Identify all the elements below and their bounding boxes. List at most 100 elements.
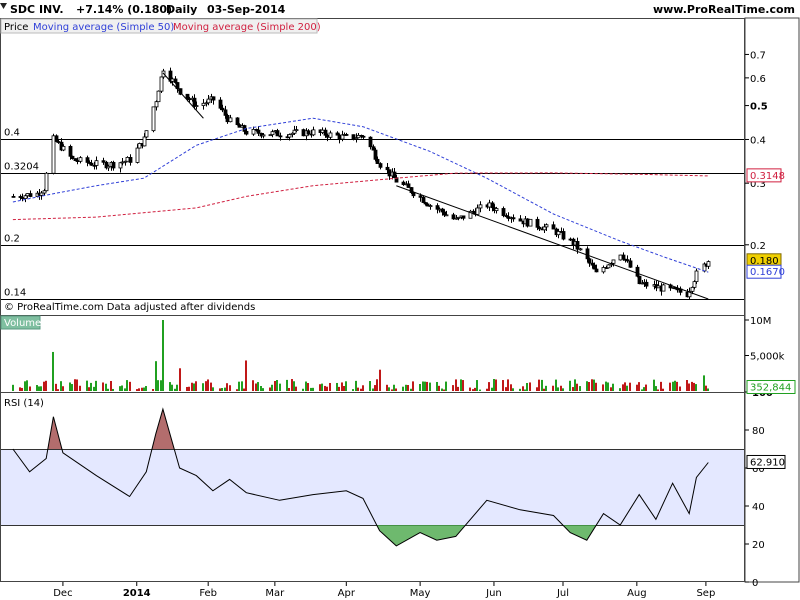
- candle-body: [75, 160, 80, 162]
- candle-body: [592, 264, 597, 270]
- volume-bar: [679, 386, 681, 391]
- candle-body: [294, 129, 299, 132]
- volume-bar: [460, 379, 462, 391]
- volume-bar: [526, 383, 528, 391]
- candle-body: [621, 254, 626, 260]
- volume-bar: [345, 381, 347, 391]
- candle-body: [194, 105, 199, 107]
- volume-bar: [538, 379, 540, 391]
- watermark: © ProRealTime.com Data adjusted after di…: [4, 302, 255, 313]
- volume-bar: [21, 387, 23, 391]
- volume-bar: [452, 385, 454, 391]
- volume-bar: [12, 384, 14, 391]
- volume-bar: [24, 381, 26, 391]
- volume-bar: [543, 388, 545, 391]
- candle-body: [89, 162, 94, 166]
- volume-bar: [524, 389, 526, 391]
- candle-body: [11, 196, 16, 198]
- volume-bar: [305, 381, 307, 391]
- volume-bar: [307, 383, 309, 391]
- x-tick-label: May: [410, 588, 431, 599]
- volume-bar: [205, 381, 207, 391]
- volume-bar: [424, 381, 426, 391]
- volume-bar: [143, 387, 145, 391]
- candle-body: [261, 134, 266, 137]
- candle-body: [306, 130, 311, 135]
- candle-body: [325, 134, 330, 138]
- candle-body: [185, 93, 190, 100]
- x-tick-label: Dec: [53, 588, 72, 599]
- volume-bar: [576, 383, 578, 391]
- volume-bar: [69, 382, 71, 391]
- price-tag-ma200: 0.3148: [750, 171, 785, 182]
- candle-body: [375, 158, 380, 164]
- volume-bar: [105, 383, 107, 391]
- candle-body: [251, 128, 256, 135]
- price-tick-label: 0.2: [750, 241, 766, 252]
- candle-body: [518, 218, 523, 222]
- volume-bar: [588, 382, 590, 391]
- candle-body: [628, 260, 633, 268]
- volume-bar: [141, 387, 143, 391]
- volume-bar: [495, 379, 497, 391]
- candle-body: [587, 258, 592, 264]
- volume-bar: [626, 385, 628, 391]
- volume-bar: [252, 380, 254, 391]
- volume-bar: [236, 389, 238, 391]
- header-site[interactable]: www.ProRealTime.com: [653, 3, 795, 16]
- candle-body: [456, 216, 461, 219]
- volume-bar: [369, 381, 371, 391]
- volume-bar: [341, 382, 343, 391]
- volume-bar: [195, 381, 197, 391]
- volume-bar: [412, 381, 414, 391]
- volume-bar: [562, 388, 564, 391]
- volume-bar: [243, 388, 245, 391]
- candle-body: [344, 134, 349, 136]
- volume-bar: [572, 387, 574, 391]
- volume-bar: [93, 386, 95, 391]
- candle-body: [106, 165, 111, 169]
- candle-body: [70, 155, 75, 160]
- volume-tick-label: 5,000k: [750, 352, 785, 363]
- volume-bar: [271, 384, 273, 391]
- dropdown-arrow-icon[interactable]: [0, 3, 7, 9]
- volume-bar: [193, 383, 195, 391]
- volume-bar: [55, 383, 57, 391]
- candle-body: [159, 76, 164, 92]
- header-change: +7.14% (0.180): [76, 3, 172, 16]
- candle-body: [173, 78, 178, 83]
- volume-bar: [555, 379, 557, 391]
- volume-bar: [255, 383, 257, 391]
- candle-body: [425, 203, 430, 207]
- candle-body: [25, 193, 30, 197]
- rsi-tick-label: 80: [752, 426, 765, 437]
- candle-body: [23, 195, 28, 199]
- volume-bar: [202, 383, 204, 391]
- volume-bar: [602, 384, 604, 391]
- volume-bar: [36, 385, 38, 391]
- volume-bar: [169, 382, 171, 391]
- candle-body: [287, 134, 292, 138]
- candle-body: [421, 196, 426, 203]
- volume-bar: [574, 379, 576, 391]
- volume-bar: [657, 389, 659, 391]
- volume-last-label: 352,844: [750, 382, 791, 393]
- volume-bar: [512, 388, 514, 391]
- candle-body: [392, 171, 397, 179]
- volume-bar: [257, 382, 259, 391]
- volume-tick-label: 10M: [750, 316, 771, 327]
- volume-bar: [191, 382, 193, 391]
- volume-bar: [655, 386, 657, 391]
- volume-bar: [57, 389, 59, 391]
- volume-bar: [88, 387, 90, 391]
- candle-body: [451, 214, 456, 220]
- volume-bar: [329, 382, 331, 391]
- level-label: 0.14: [4, 288, 26, 299]
- candle-body: [278, 135, 283, 138]
- volume-bar: [645, 384, 647, 391]
- volume-bar: [541, 379, 543, 391]
- volume-bar: [674, 380, 676, 391]
- volume-bar: [162, 320, 164, 391]
- volume-bar: [579, 386, 581, 391]
- candle-body: [475, 207, 480, 215]
